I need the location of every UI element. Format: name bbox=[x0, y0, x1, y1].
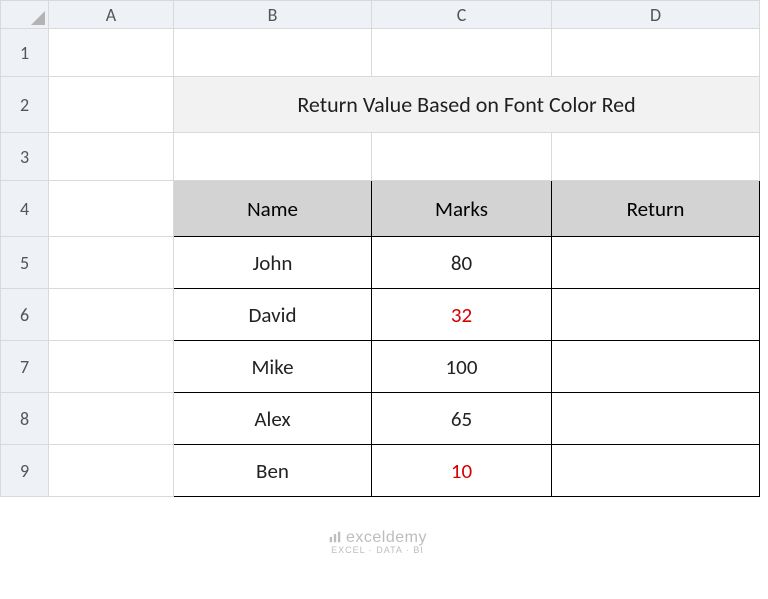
chart-icon bbox=[328, 530, 342, 544]
spreadsheet-grid: A B C D 1 2 Return Value Based on Font C… bbox=[0, 0, 760, 497]
select-all-corner[interactable] bbox=[1, 1, 49, 29]
cell-A4[interactable] bbox=[49, 181, 174, 237]
table-cell-name[interactable]: Ben bbox=[174, 445, 372, 497]
cell-A1[interactable] bbox=[49, 29, 174, 77]
table-header-return[interactable]: Return bbox=[552, 181, 760, 237]
table-header-name[interactable]: Name bbox=[174, 181, 372, 237]
cell-A2[interactable] bbox=[49, 77, 174, 133]
col-header-A[interactable]: A bbox=[49, 1, 174, 29]
table-cell-marks[interactable]: 80 bbox=[372, 237, 552, 289]
table-cell-return[interactable] bbox=[552, 393, 760, 445]
row-header-7[interactable]: 7 bbox=[1, 341, 49, 393]
cell-A9[interactable] bbox=[49, 445, 174, 497]
col-header-C[interactable]: C bbox=[372, 1, 552, 29]
cell-A7[interactable] bbox=[49, 341, 174, 393]
row-header-2[interactable]: 2 bbox=[1, 77, 49, 133]
row-header-3[interactable]: 3 bbox=[1, 133, 49, 181]
table-header-marks[interactable]: Marks bbox=[372, 181, 552, 237]
watermark-text: exceldemy bbox=[346, 529, 427, 546]
cell-A3[interactable] bbox=[49, 133, 174, 181]
cell-C3[interactable] bbox=[372, 133, 552, 181]
cell-A5[interactable] bbox=[49, 237, 174, 289]
row-header-9[interactable]: 9 bbox=[1, 445, 49, 497]
col-header-D[interactable]: D bbox=[552, 1, 760, 29]
table-cell-return[interactable] bbox=[552, 237, 760, 289]
table-cell-marks[interactable]: 100 bbox=[372, 341, 552, 393]
table-cell-return[interactable] bbox=[552, 341, 760, 393]
row-header-6[interactable]: 6 bbox=[1, 289, 49, 341]
cell-D3[interactable] bbox=[552, 133, 760, 181]
cell-A6[interactable] bbox=[49, 289, 174, 341]
table-cell-name[interactable]: Alex bbox=[174, 393, 372, 445]
table-cell-name[interactable]: David bbox=[174, 289, 372, 341]
cell-D1[interactable] bbox=[552, 29, 760, 77]
table-cell-marks[interactable]: 65 bbox=[372, 393, 552, 445]
watermark: exceldemy EXCEL · DATA · BI bbox=[328, 529, 427, 555]
table-cell-return[interactable] bbox=[552, 289, 760, 341]
cell-B1[interactable] bbox=[174, 29, 372, 77]
col-header-B[interactable]: B bbox=[174, 1, 372, 29]
page-title[interactable]: Return Value Based on Font Color Red bbox=[174, 77, 760, 133]
table-cell-name[interactable]: Mike bbox=[174, 341, 372, 393]
cell-B3[interactable] bbox=[174, 133, 372, 181]
table-cell-marks[interactable]: 10 bbox=[372, 445, 552, 497]
table-cell-name[interactable]: John bbox=[174, 237, 372, 289]
cell-C1[interactable] bbox=[372, 29, 552, 77]
row-header-5[interactable]: 5 bbox=[1, 237, 49, 289]
row-header-1[interactable]: 1 bbox=[1, 29, 49, 77]
row-header-8[interactable]: 8 bbox=[1, 393, 49, 445]
row-header-4[interactable]: 4 bbox=[1, 181, 49, 237]
watermark-sub: EXCEL · DATA · BI bbox=[328, 545, 427, 555]
table-cell-return[interactable] bbox=[552, 445, 760, 497]
cell-A8[interactable] bbox=[49, 393, 174, 445]
table-cell-marks[interactable]: 32 bbox=[372, 289, 552, 341]
